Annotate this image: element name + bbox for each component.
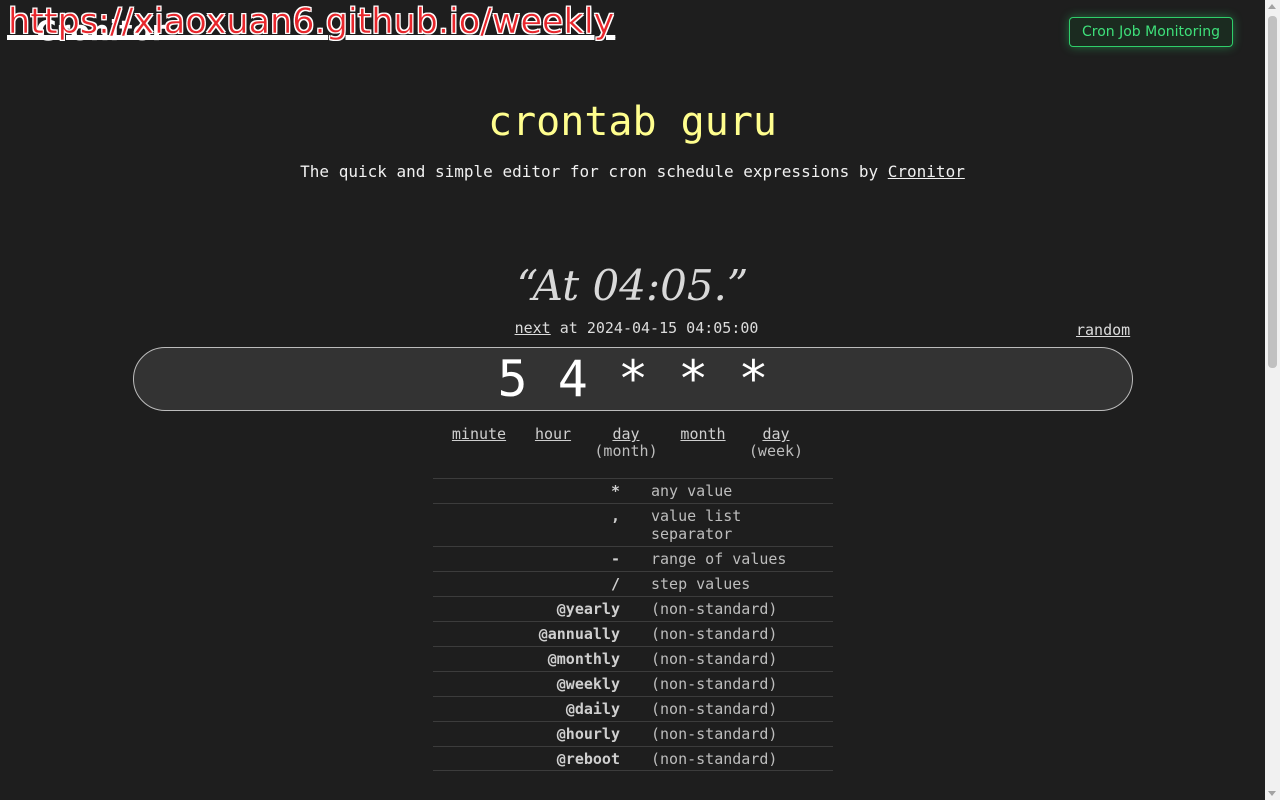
page-title: crontab guru (488, 99, 777, 145)
tagline-text: The quick and simple editor for cron sch… (300, 162, 888, 181)
field-minute[interactable]: minute (449, 426, 509, 443)
field-hour-label[interactable]: hour (528, 426, 578, 443)
legend-description: (non-standard) (651, 725, 778, 743)
legend-row: @daily (non-standard) (433, 696, 833, 721)
field-hour[interactable]: hour (528, 426, 578, 443)
legend-row: / step values (433, 571, 833, 596)
legend-description: value list separator (651, 507, 742, 543)
field-day-month-label[interactable]: day (590, 426, 662, 443)
field-month[interactable]: month (676, 426, 730, 443)
legend-symbol: , (610, 507, 620, 525)
url-overlay-text: https://xiaoxuan6.github.io/weekly (8, 2, 615, 43)
legend-row: @weekly (non-standard) (433, 671, 833, 696)
syntax-legend-table: * any value , value list separator - ran… (433, 478, 833, 771)
legend-description: (non-standard) (651, 650, 778, 668)
random-link[interactable]: random (1076, 321, 1130, 339)
legend-symbol: @monthly (547, 650, 620, 668)
schedule-description: “At 04:05.” (516, 261, 749, 310)
cronitor-link[interactable]: Cronitor (888, 162, 965, 181)
field-day-week-label[interactable]: day (744, 426, 808, 443)
legend-symbol: @weekly (556, 675, 620, 693)
legend-symbol: / (610, 575, 620, 593)
next-run-time: at 2024-04-15 04:05:00 (550, 319, 759, 337)
field-day-of-week[interactable]: day (week) (744, 426, 808, 460)
legend-row: @hourly (non-standard) (433, 721, 833, 746)
field-minute-label[interactable]: minute (449, 426, 509, 443)
legend-row: @yearly (non-standard) (433, 596, 833, 621)
page: Cronitor https://xiaoxuan6.github.io/wee… (0, 0, 1265, 800)
legend-row: @reboot (non-standard) (433, 746, 833, 771)
legend-row: * any value (433, 478, 833, 503)
legend-description: range of values (651, 550, 787, 568)
legend-row: @monthly (non-standard) (433, 646, 833, 671)
next-link[interactable]: next (515, 319, 551, 337)
legend-description: step values (651, 575, 751, 593)
legend-row: @annually (non-standard) (433, 621, 833, 646)
vertical-scrollbar[interactable] (1265, 0, 1280, 800)
legend-description: (non-standard) (651, 600, 778, 618)
legend-description: (non-standard) (651, 675, 778, 693)
legend-description: (non-standard) (651, 700, 778, 718)
legend-symbol: @hourly (556, 725, 620, 743)
cron-job-monitoring-button[interactable]: Cron Job Monitoring (1069, 17, 1233, 47)
legend-symbol: - (610, 550, 620, 568)
field-day-of-month[interactable]: day (month) (590, 426, 662, 460)
legend-symbol: @annually (538, 625, 620, 643)
tagline: The quick and simple editor for cron sch… (0, 162, 1265, 181)
scroll-up-icon[interactable] (1268, 4, 1276, 9)
field-day-week-sub: (week) (748, 442, 804, 460)
legend-description: (non-standard) (651, 750, 778, 768)
scrollbar-thumb[interactable] (1268, 16, 1277, 368)
legend-symbol: * (610, 482, 620, 500)
legend-row: - range of values (433, 546, 833, 571)
legend-description: (non-standard) (651, 625, 778, 643)
legend-row: , value list separator (433, 503, 833, 546)
legend-symbol: @daily (565, 700, 620, 718)
cron-expression-input[interactable] (133, 347, 1133, 411)
field-day-month-sub: (month) (594, 442, 658, 460)
legend-symbol: @reboot (556, 750, 620, 768)
legend-description: any value (651, 482, 733, 500)
scroll-down-icon[interactable] (1268, 791, 1276, 796)
legend-symbol: @yearly (556, 600, 620, 618)
field-month-label[interactable]: month (676, 426, 730, 443)
